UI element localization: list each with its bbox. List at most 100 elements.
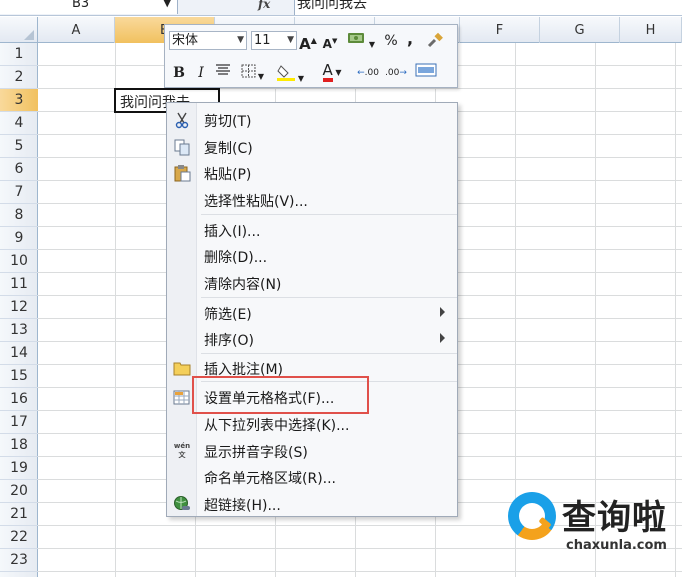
menu-item-label: 显示拼音字段(S) <box>204 445 308 461</box>
menu-item-label: 清除内容(N) <box>204 277 282 293</box>
menu-item-label: 筛选(E) <box>204 307 252 323</box>
watermark-logo-icon <box>508 492 556 540</box>
row-header[interactable]: 1 <box>0 43 38 66</box>
menu-item-hyperlink[interactable]: 超链接(H)... <box>167 491 457 516</box>
row-header[interactable]: 5 <box>0 135 38 158</box>
row-header[interactable]: 19 <box>0 457 38 480</box>
shrink-font-button[interactable]: A▼ <box>321 31 339 51</box>
menu-item-label: 删除(D)... <box>204 250 268 266</box>
merge-center-button[interactable] <box>411 63 441 83</box>
column-header-g[interactable]: G <box>540 17 620 43</box>
borders-button[interactable]: ▼ <box>237 63 267 83</box>
bold-button[interactable]: B <box>171 63 187 83</box>
comment-icon <box>173 359 191 377</box>
formula-input[interactable]: 我问问我去 <box>294 0 682 15</box>
percent-style-button[interactable]: % <box>383 31 399 51</box>
row-header[interactable]: 22 <box>0 526 38 549</box>
menu-item-filter[interactable]: 筛选(E) <box>167 300 457 325</box>
menu-item-label: 复制(C) <box>204 141 253 157</box>
watermark-url: chaxunla.com <box>566 538 667 553</box>
row-header[interactable]: 14 <box>0 342 38 365</box>
row-header[interactable]: 21 <box>0 503 38 526</box>
menu-item-delete[interactable]: 删除(D)... <box>167 243 457 268</box>
row-header[interactable]: 23 <box>0 549 38 572</box>
format-cells-icon <box>173 388 191 406</box>
menu-item-paste-special[interactable]: 选择性粘贴(V)... <box>167 187 457 212</box>
row-header[interactable]: 11 <box>0 273 38 296</box>
row-header[interactable]: 16 <box>0 388 38 411</box>
menu-item-label: 插入(I)... <box>204 224 261 240</box>
font-size-dropdown-icon[interactable]: ▼ <box>287 32 294 49</box>
font-name-select[interactable]: 宋体 ▼ <box>169 31 247 50</box>
menu-item-pick-from-list[interactable]: 从下拉列表中选择(K)... <box>167 411 457 436</box>
menu-separator <box>201 353 457 354</box>
watermark-title: 查询啦 <box>562 498 667 538</box>
menu-item-insert[interactable]: 插入(I)... <box>167 217 457 242</box>
column-header-a[interactable]: A <box>38 17 115 43</box>
menu-item-sort[interactable]: 排序(O) <box>167 326 457 351</box>
clipboard-icon <box>173 164 191 182</box>
comma-style-button[interactable]: , <box>403 29 417 49</box>
highlight-box <box>192 376 369 414</box>
menu-item-paste[interactable]: 粘贴(P) <box>167 160 457 185</box>
merge-cells-icon <box>415 63 437 77</box>
phonetic-icon: wén 文 <box>173 442 191 459</box>
row-header[interactable]: 17 <box>0 411 38 434</box>
row-header[interactable]: 10 <box>0 250 38 273</box>
font-color-letter: A <box>322 62 333 82</box>
row-header[interactable]: 2 <box>0 66 38 89</box>
menu-item-cut[interactable]: 剪切(T) <box>167 107 457 132</box>
formula-bar: B3 ▼ fx 我问问我去 <box>0 0 682 16</box>
insert-function-icon[interactable]: fx <box>258 0 270 11</box>
paint-bucket-icon <box>276 65 295 81</box>
font-size-select[interactable]: 11 ▼ <box>251 31 297 50</box>
menu-item-label: 排序(O) <box>204 333 254 349</box>
currency-icon <box>347 33 364 43</box>
italic-button[interactable]: I <box>193 63 209 83</box>
font-size-value: 11 <box>254 33 271 48</box>
borders-icon <box>241 64 256 78</box>
row-header[interactable]: 9 <box>0 227 38 250</box>
row-header[interactable]: 15 <box>0 365 38 388</box>
font-color-button[interactable]: A ▼ <box>315 61 349 82</box>
copy-icon <box>173 138 191 156</box>
select-all-corner[interactable] <box>0 17 38 43</box>
paintbrush-icon <box>427 32 443 48</box>
menu-item-label: 超链接(H)... <box>204 498 281 514</box>
center-align-button[interactable] <box>213 63 233 83</box>
menu-item-label: 命名单元格区域(R)... <box>204 471 337 487</box>
menu-item-clear-contents[interactable]: 清除内容(N) <box>167 270 457 295</box>
column-header-f[interactable]: F <box>460 17 540 43</box>
submenu-arrow-icon <box>440 307 445 317</box>
row-header[interactable]: 12 <box>0 296 38 319</box>
row-header-bar: 1 2 3 4 5 6 7 8 9 10 11 12 13 14 15 16 1… <box>0 43 38 577</box>
row-header[interactable]: 4 <box>0 112 38 135</box>
watermark: 查询啦 chaxunla.com <box>508 488 678 558</box>
menu-item-show-phonetic[interactable]: wén 文 显示拼音字段(S) <box>167 438 457 463</box>
row-header[interactable]: 7 <box>0 181 38 204</box>
grow-font-button[interactable]: A▲ <box>299 31 317 53</box>
name-box[interactable]: B3 ▼ <box>0 0 178 14</box>
name-box-dropdown-icon[interactable]: ▼ <box>163 0 171 9</box>
hyperlink-icon <box>173 495 191 513</box>
row-header[interactable]: 13 <box>0 319 38 342</box>
accounting-format-button[interactable]: ▼ <box>343 31 379 51</box>
menu-separator <box>201 214 457 215</box>
decrease-decimal-button[interactable]: .00→ <box>383 63 409 83</box>
menu-item-label: 粘贴(P) <box>204 167 252 183</box>
row-header[interactable]: 3 <box>0 89 38 112</box>
row-header[interactable]: 6 <box>0 158 38 181</box>
format-painter-button[interactable] <box>423 31 447 51</box>
row-header[interactable]: 20 <box>0 480 38 503</box>
increase-decimal-button[interactable]: ←.00 <box>355 63 381 83</box>
mini-toolbar: 宋体 ▼ 11 ▼ A▲ A▼ ▼ % , B I ▼ ▼ A ▼ ←.00 .… <box>164 24 458 88</box>
font-name-value: 宋体 <box>172 33 199 48</box>
row-header[interactable]: 8 <box>0 204 38 227</box>
font-name-dropdown-icon[interactable]: ▼ <box>237 32 244 49</box>
menu-item-copy[interactable]: 复制(C) <box>167 134 457 159</box>
menu-item-label: 选择性粘贴(V)... <box>204 194 308 210</box>
column-header-h[interactable]: H <box>620 17 682 43</box>
row-header[interactable]: 18 <box>0 434 38 457</box>
fill-color-button[interactable]: ▼ <box>273 63 307 83</box>
menu-item-define-name[interactable]: 命名单元格区域(R)... <box>167 464 457 489</box>
